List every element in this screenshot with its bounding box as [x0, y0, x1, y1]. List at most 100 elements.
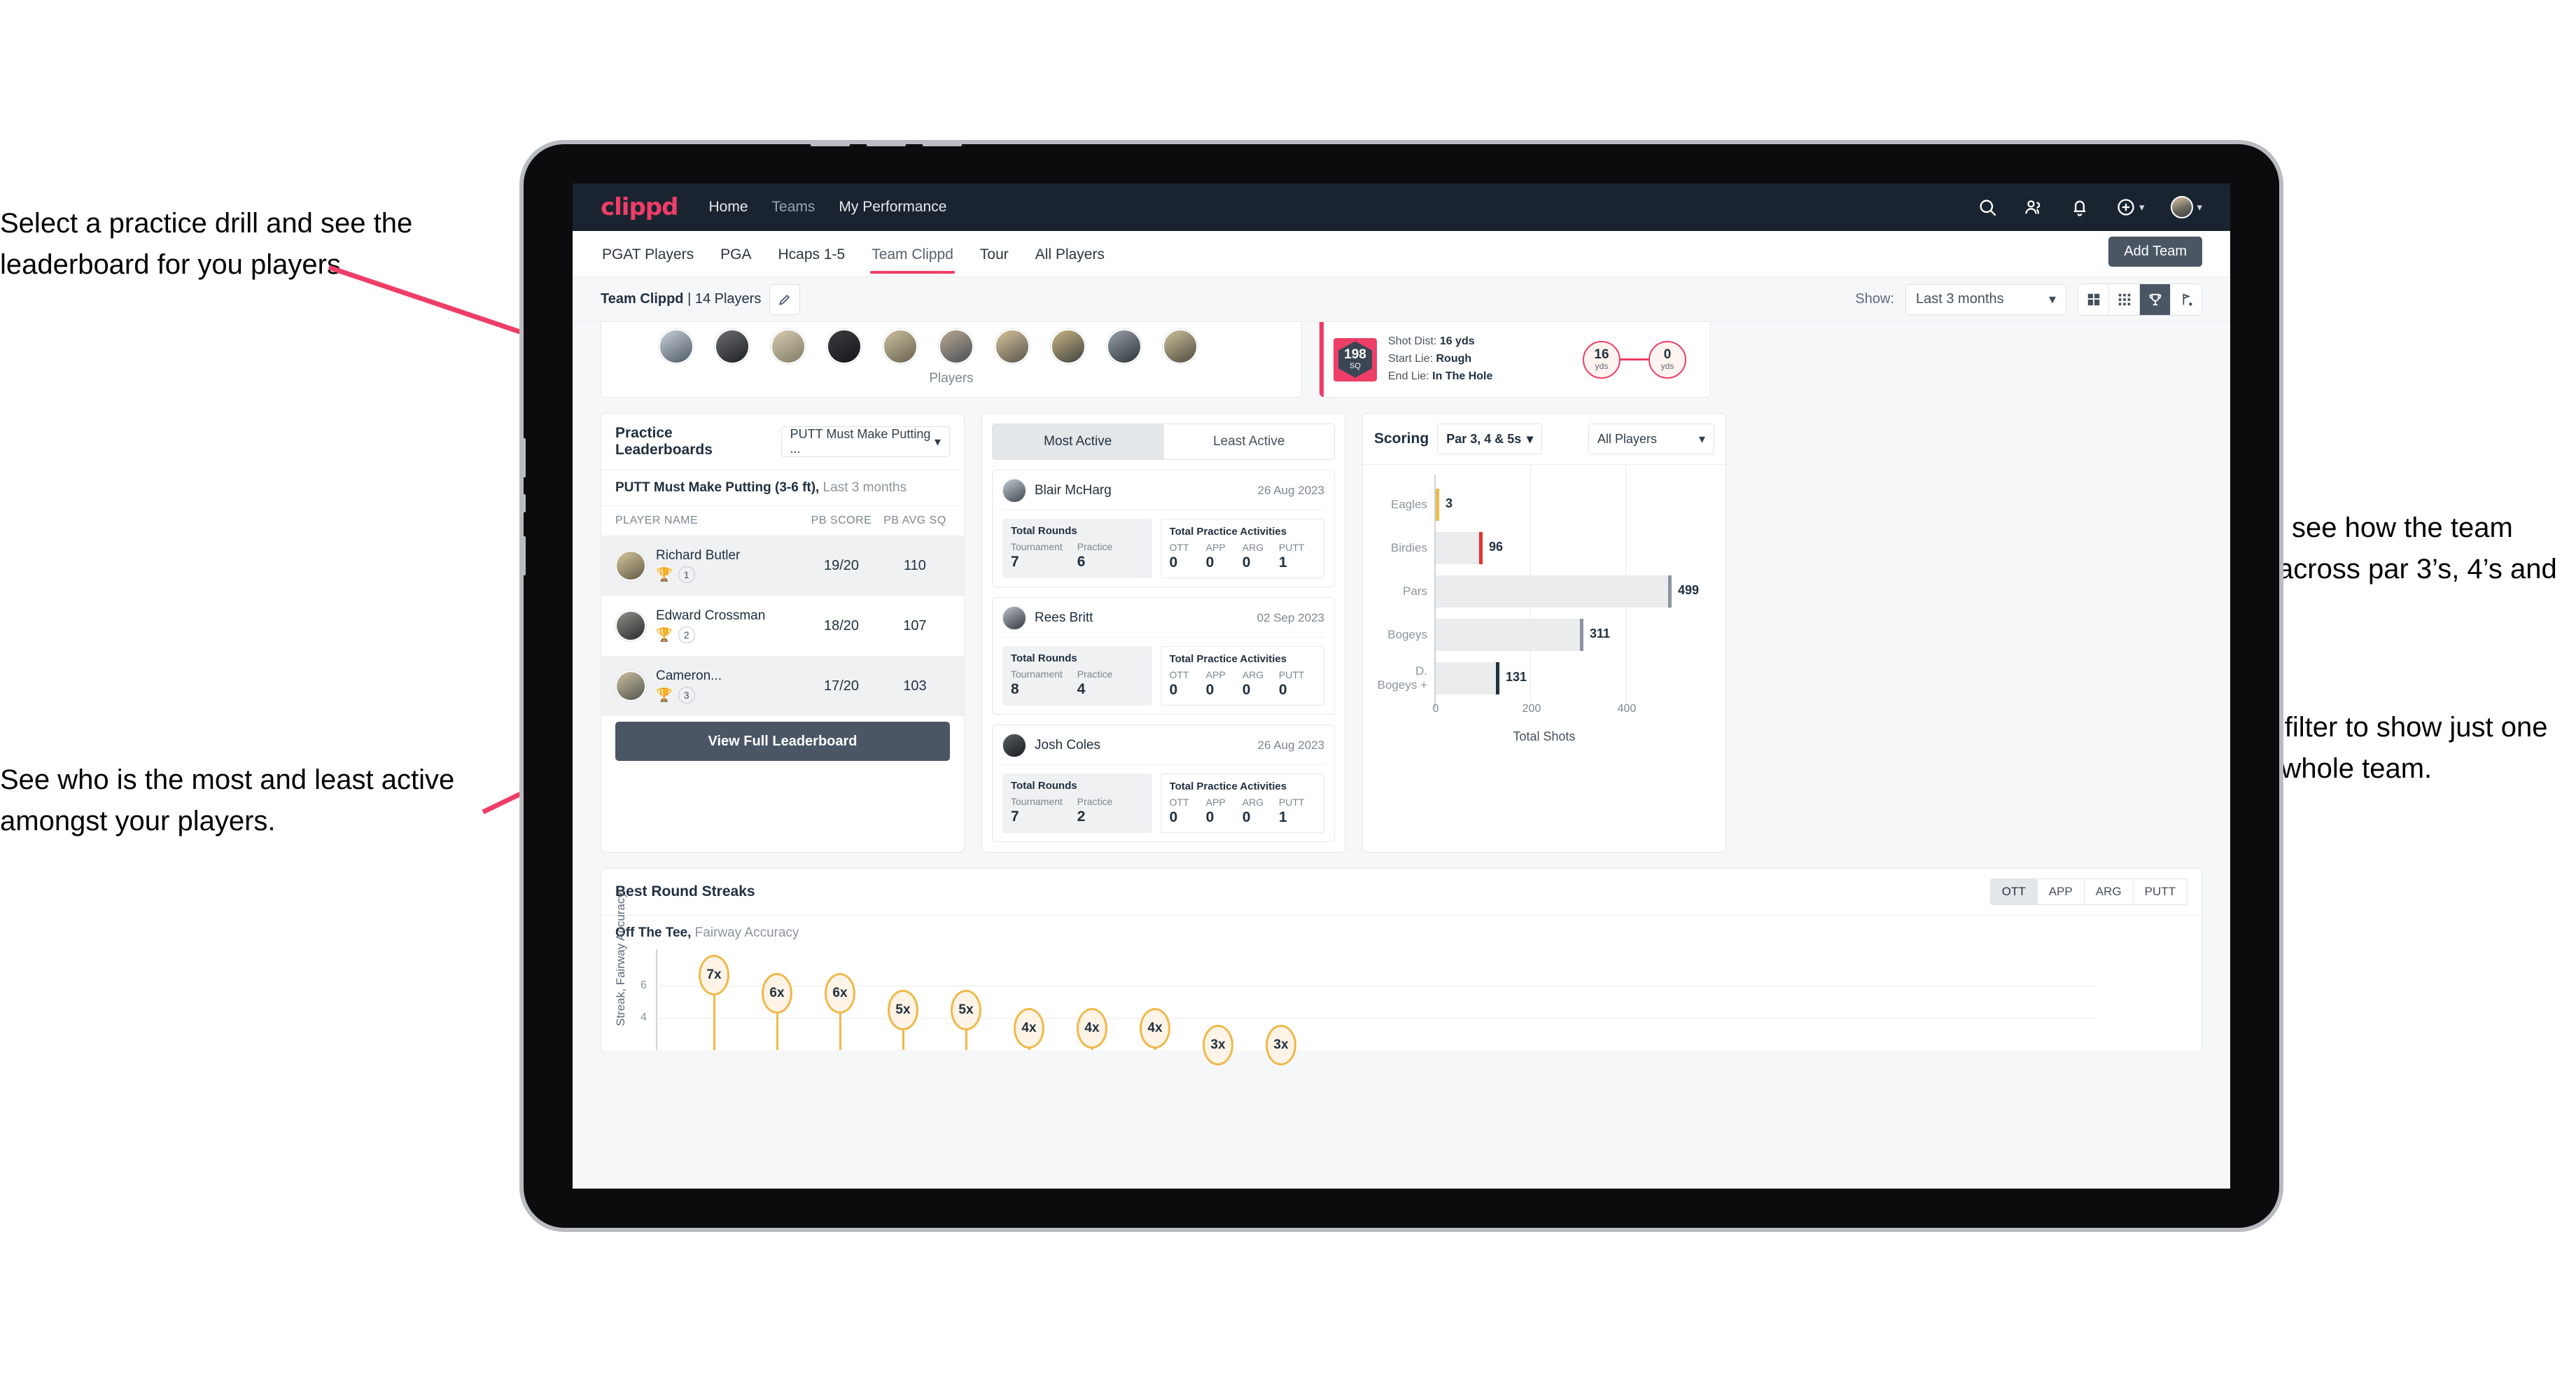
profile-menu[interactable]: ▾ [2171, 196, 2202, 218]
bar-track: 499 [1434, 561, 1713, 622]
list-item[interactable]: Blair McHarg 26 Aug 2023 Total Rounds To… [992, 470, 1335, 587]
nav-link-home[interactable]: Home [708, 199, 748, 216]
player-avatar[interactable] [1163, 329, 1198, 364]
app-stat: APP 0 [1206, 669, 1242, 699]
clippd-logo[interactable]: clippd [601, 193, 678, 221]
nav-link-my-performance[interactable]: My Performance [839, 199, 946, 216]
par-filter-value: Par 3, 4 & 5s [1446, 431, 1522, 446]
player-avatar[interactable] [771, 329, 806, 364]
putt-value: 1 [1278, 809, 1287, 825]
player-name: Edward Crossman [656, 608, 766, 623]
streaks-metric-name: Fairway Accuracy [691, 925, 799, 940]
player-avatar[interactable] [715, 329, 750, 364]
tab-pgat-players[interactable]: PGAT Players [601, 235, 695, 273]
tournament-label: Tournament [1011, 668, 1063, 680]
total-rounds-box: Total Rounds Tournament 8 Practice 4 [1002, 646, 1152, 706]
edit-team-button[interactable] [769, 284, 801, 315]
tab-least-active[interactable]: Least Active [1163, 424, 1334, 459]
player-badges: 🏆 1 [656, 566, 803, 583]
view-grid-small-button[interactable] [2109, 284, 2140, 315]
trophy-icon: 🏆 [656, 628, 673, 643]
bell-icon[interactable] [2070, 197, 2090, 217]
player-name: Rees Britt [1035, 610, 1093, 625]
tab-team-clippd[interactable]: Team Clippd [870, 235, 955, 274]
team-label: Team Clippd | 14 Players [601, 291, 761, 307]
player-filter-select[interactable]: All Players ▾ [1588, 424, 1714, 454]
tablet-bezel: clippd Home Teams My Performance ▾ ▾ PGA… [520, 141, 2279, 1228]
putt-value: 0 [1278, 682, 1287, 698]
show-label: Show: [1855, 291, 1894, 307]
side-button-2[interactable] [520, 494, 526, 512]
tablet-device: clippd Home Teams My Performance ▾ ▾ PGA… [519, 140, 2283, 1232]
practice-activities-title: Total Practice Activities [1169, 780, 1287, 792]
view-flag-button[interactable] [2171, 284, 2202, 315]
volume-up-button[interactable] [811, 141, 850, 146]
tab-all-players[interactable]: All Players [1034, 235, 1106, 273]
player-avatar[interactable] [939, 329, 974, 364]
tab-tour[interactable]: Tour [979, 235, 1010, 273]
side-button-1[interactable] [520, 438, 526, 477]
list-item[interactable]: Rees Britt 02 Sep 2023 Total Rounds Tour… [992, 597, 1335, 715]
avatar[interactable] [2171, 196, 2194, 218]
table-row[interactable]: Edward Crossman 🏆 2 18/20 107 [601, 596, 964, 656]
people-icon[interactable] [2024, 197, 2043, 217]
add-team-button[interactable]: Add Team [2108, 237, 2202, 267]
drill-select[interactable]: PUTT Must Make Putting ... ▾ [780, 426, 950, 457]
end-lie-value: In The Hole [1432, 370, 1493, 382]
start-lie-line: Start Lie: Rough [1388, 351, 1492, 368]
player-avatar[interactable] [1107, 329, 1142, 364]
ott-stat: OTT 0 [1170, 669, 1206, 699]
player-avatar [615, 550, 646, 581]
table-row[interactable]: Cameron... 🏆 3 17/20 103 [601, 656, 964, 716]
player-info: Richard Butler 🏆 1 [656, 548, 803, 583]
nav-link-teams[interactable]: Teams [772, 199, 816, 216]
rank-badge: 2 [678, 626, 695, 643]
toggle-putt[interactable]: PUTT [2133, 879, 2187, 904]
tab-most-active[interactable]: Most Active [993, 424, 1164, 459]
toggle-ott[interactable]: OTT [1990, 879, 2038, 904]
table-row[interactable]: Richard Butler 🏆 1 19/20 110 [601, 536, 964, 596]
tab-hcaps-1-5[interactable]: Hcaps 1-5 [776, 235, 846, 273]
practice-value: 2 [1077, 808, 1086, 825]
mid-row: Practice Leaderboards PUTT Must Make Put… [601, 413, 2202, 853]
player-name: Josh Coles [1035, 738, 1100, 752]
app-label: APP [1205, 669, 1226, 680]
list-item[interactable]: Josh Coles 26 Aug 2023 Total Rounds Tour… [992, 724, 1335, 842]
par-filter-select[interactable]: Par 3, 4 & 5s ▾ [1437, 424, 1543, 454]
player-avatar[interactable] [883, 329, 918, 364]
shot-detail-lines: Shot Dist: 16 yds Start Lie: Rough End L… [1388, 333, 1492, 385]
view-trophy-button[interactable] [2140, 284, 2171, 315]
shot-dist-line: Shot Dist: 16 yds [1388, 333, 1492, 351]
bar-value: 96 [1489, 540, 1504, 554]
player-avatar[interactable] [659, 329, 694, 364]
plus-circle-icon[interactable] [2116, 197, 2136, 217]
toggle-app[interactable]: APP [2037, 879, 2085, 904]
practice-columns: OTT 0 APP 0 ARG 0 PUTT 1 [1170, 797, 1315, 826]
tournament-label: Tournament [1011, 796, 1063, 807]
pencil-icon [779, 294, 790, 305]
power-button[interactable] [923, 141, 962, 146]
top-partial-row: Players 198 SQ Shot Dist: 16 yds Start L… [601, 322, 2202, 398]
search-icon[interactable] [1977, 197, 1997, 217]
start-lie-label: Start Lie: [1388, 353, 1434, 365]
activity-item-body: Total Rounds Tournament 7 Practice 6 Tot… [1002, 519, 1324, 578]
view-grid-large-button[interactable] [2078, 284, 2109, 315]
toggle-arg[interactable]: ARG [2084, 879, 2134, 904]
view-full-leaderboard-button[interactable]: View Full Leaderboard [615, 722, 950, 761]
player-avatar[interactable] [995, 329, 1030, 364]
streaks-subtitle: Off The Tee, Fairway Accuracy [601, 915, 2202, 945]
date-range-select[interactable]: Last 3 months ▾ [1905, 284, 2066, 315]
bar-cap [1436, 489, 1439, 521]
player-avatar[interactable] [827, 329, 862, 364]
arg-stat: ARG 0 [1242, 542, 1279, 571]
streak-marker: 5x [951, 990, 981, 1030]
activity-date: 26 Aug 2023 [1257, 484, 1324, 497]
bar-row-pars: Pars 499 [1376, 561, 1713, 622]
add-menu[interactable]: ▾ [2116, 197, 2144, 217]
player-avatar[interactable] [1051, 329, 1086, 364]
volume-down-button[interactable] [867, 141, 906, 146]
side-button-3[interactable] [520, 536, 526, 575]
app-value: 0 [1205, 682, 1214, 698]
tab-pga[interactable]: PGA [719, 235, 752, 273]
arg-stat: ARG 0 [1242, 797, 1279, 826]
